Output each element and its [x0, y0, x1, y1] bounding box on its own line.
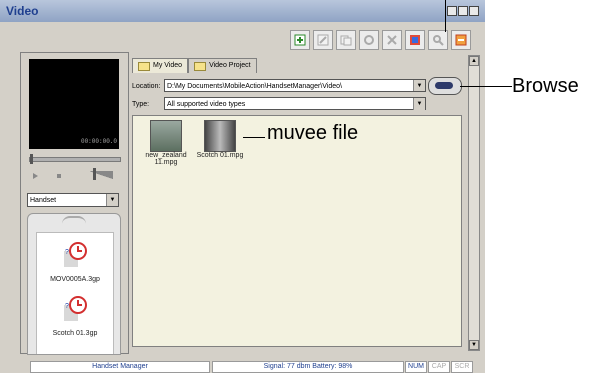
status-app: Handset Manager: [30, 361, 210, 373]
file-item[interactable]: Scotch 01.mpg: [195, 120, 245, 159]
refresh-icon: [364, 35, 374, 45]
folder-icon: [194, 61, 207, 71]
tab-label: Video Project: [209, 62, 251, 69]
add-icon: [294, 34, 306, 46]
video-clock-icon: ?: [64, 296, 87, 321]
timecode: 00:00:00.0: [80, 138, 117, 145]
speaker-icon: [62, 216, 86, 224]
video-window: Video 00:00:00.0 Handset ▼ ? MOV0005A.3g…: [0, 0, 485, 373]
tab-my-video[interactable]: My Video: [132, 58, 189, 73]
tab-video-project[interactable]: Video Project: [188, 58, 257, 73]
tab-label: My Video: [153, 62, 183, 69]
title-bar: Video: [0, 0, 485, 22]
location-value: D:\My Documents\MobileAction\HandsetMana…: [167, 83, 342, 90]
handset-panel: 00:00:00.0 Handset ▼ ? MOV0005A.3gp ? Sc…: [20, 52, 129, 355]
window-title: Video: [6, 4, 39, 18]
file-name: new_zealand 11.mpg: [145, 152, 187, 166]
muvee-thumbnail: [204, 120, 236, 152]
location-field[interactable]: D:\My Documents\MobileAction\HandsetMana…: [164, 79, 426, 92]
status-signal: Signal: 77 dbm Battery: 98%: [212, 361, 404, 373]
chevron-down-icon[interactable]: ▼: [106, 194, 118, 206]
muvee-callout-line: [243, 137, 265, 138]
delete-icon: [387, 35, 397, 45]
play-icon[interactable]: [31, 170, 51, 182]
handset-view: ? MOV0005A.3gp ? Scotch 01.3gp: [27, 213, 121, 355]
copy-icon: [340, 35, 352, 46]
effects-icon: [410, 35, 420, 45]
stop-icon[interactable]: [55, 170, 75, 182]
add-button[interactable]: [290, 30, 310, 50]
folder-icon: [138, 61, 150, 71]
maximize-button[interactable]: [458, 6, 468, 16]
chevron-down-icon[interactable]: ▼: [413, 98, 425, 110]
browse-callout-line: [460, 86, 512, 87]
scroll-up-button[interactable]: ▲: [469, 56, 479, 66]
window-controls: [447, 6, 479, 16]
minimize-button[interactable]: [447, 6, 457, 16]
scroll-down-button[interactable]: ▼: [469, 340, 479, 350]
seek-thumb[interactable]: [30, 154, 33, 164]
refresh-button[interactable]: [359, 30, 379, 50]
type-select[interactable]: All supported video types ▼: [164, 97, 426, 110]
handset-file-name: Scotch 01.3gp: [52, 330, 98, 337]
copy-button[interactable]: [336, 30, 356, 50]
pc-panel: My Video Video Project Location: D:\My D…: [130, 52, 480, 352]
close-tool-button[interactable]: [451, 30, 471, 50]
muvee-annotation: muvee file: [267, 122, 359, 144]
video-preview: 00:00:00.0: [29, 59, 119, 149]
browse-annotation: Browse: [512, 75, 579, 97]
file-item[interactable]: new_zealand 11.mpg: [141, 120, 191, 166]
device-select-value: Handset: [30, 197, 57, 204]
browse-oval-icon: [435, 82, 453, 89]
svg-text:?: ?: [65, 249, 69, 256]
chevron-down-icon[interactable]: ▼: [413, 80, 425, 91]
vertical-scrollbar[interactable]: ▲ ▼: [468, 55, 480, 351]
svg-text:?: ?: [65, 303, 69, 310]
location-label: Location:: [132, 83, 161, 90]
effects-button[interactable]: [405, 30, 425, 50]
file-list: new_zealand 11.mpg Scotch 01.mpg: [132, 115, 462, 347]
type-value: All supported video types: [167, 101, 246, 108]
status-num: NUM: [405, 361, 427, 373]
status-cap: CAP: [428, 361, 450, 373]
device-select[interactable]: Handset ▼: [27, 193, 119, 207]
status-bar: Handset Manager Signal: 77 dbm Battery: …: [0, 360, 485, 373]
handset-file[interactable]: ? Scotch 01.3gp: [37, 293, 113, 337]
video-thumbnail: [150, 120, 182, 152]
tab-bar: My Video Video Project: [132, 58, 257, 73]
close-icon: [455, 34, 467, 46]
toolbar-callout-line: [445, 0, 446, 32]
toolbar: [290, 30, 471, 50]
volume-thumb[interactable]: [93, 168, 96, 180]
edit-icon: [317, 34, 329, 46]
delete-button[interactable]: [382, 30, 402, 50]
handset-file-list: ? MOV0005A.3gp ? Scotch 01.3gp: [36, 232, 114, 354]
seek-bar[interactable]: [29, 154, 121, 164]
handset-file-name: MOV0005A.3gp: [50, 276, 100, 283]
handset-file[interactable]: ? MOV0005A.3gp: [37, 239, 113, 283]
type-label: Type:: [132, 101, 150, 108]
video-clock-icon: ?: [64, 242, 87, 267]
edit-button[interactable]: [313, 30, 333, 50]
status-scrl: SCR: [451, 361, 473, 373]
browse-button[interactable]: [428, 77, 462, 95]
close-window-button[interactable]: [469, 6, 479, 16]
browse-toolbar-button[interactable]: [428, 30, 448, 50]
browse-icon: [433, 35, 444, 46]
file-name: Scotch 01.mpg: [196, 152, 244, 159]
